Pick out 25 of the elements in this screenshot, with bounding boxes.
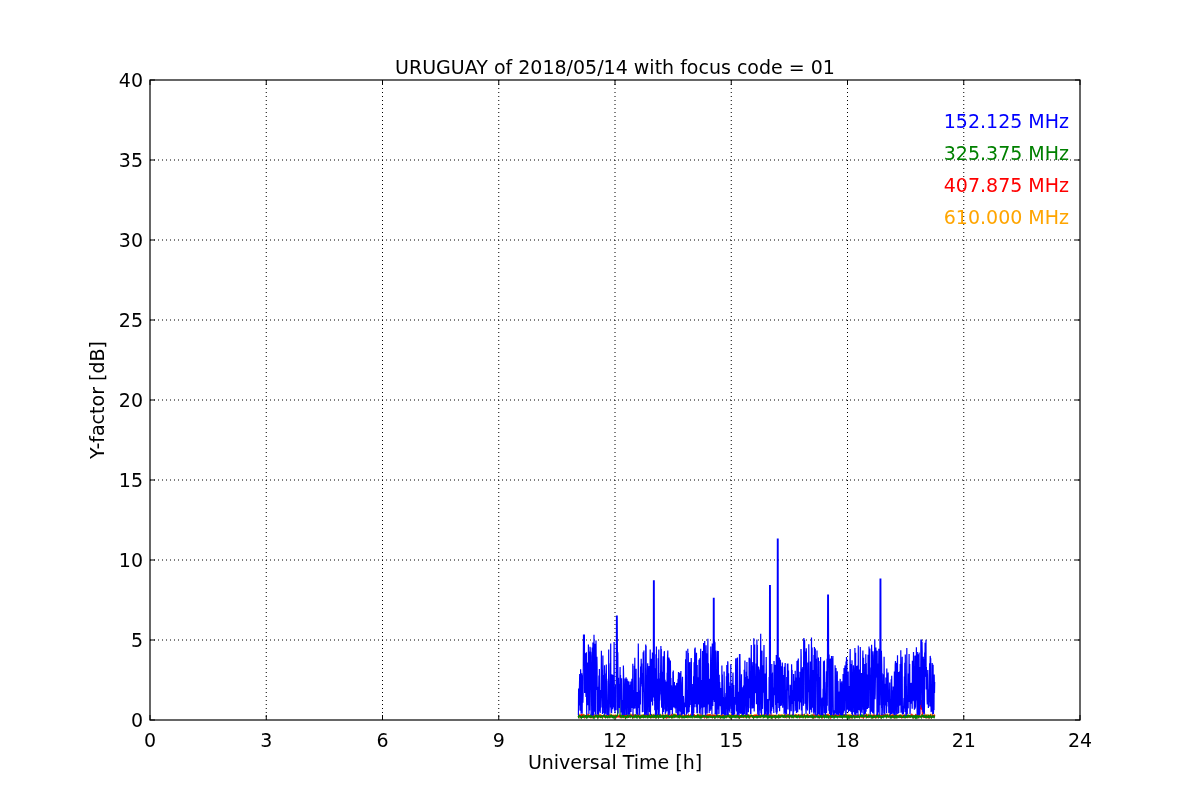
- x-tick-label: 12: [602, 729, 628, 751]
- y-axis-label: Y-factor [dB]: [86, 341, 108, 459]
- y-tick-label: 40: [118, 69, 143, 91]
- chart-title: URUGUAY of 2018/05/14 with focus code = 01: [395, 56, 835, 78]
- y-tick-label: 10: [118, 549, 143, 571]
- x-tick-label: 3: [260, 729, 273, 751]
- legend-label: 610.000 MHz: [943, 206, 1069, 228]
- legend-label: 407.875 MHz: [943, 174, 1069, 196]
- x-axis-label: Universal Time [h]: [527, 751, 703, 773]
- x-tick-label: 24: [1067, 729, 1093, 751]
- x-tick-label: 6: [376, 729, 389, 751]
- y-tick-label: 15: [118, 469, 143, 491]
- y-tick-label: 25: [118, 309, 143, 331]
- y-tick-label: 0: [130, 709, 143, 731]
- y-tick-label: 35: [118, 149, 143, 171]
- y-tick-label: 30: [118, 229, 143, 251]
- x-tick-label: 9: [492, 729, 505, 751]
- x-tick-label: 21: [951, 729, 976, 751]
- y-tick-label: 5: [130, 629, 143, 651]
- x-tick-label: 18: [835, 729, 860, 751]
- legend-label: 325.375 MHz: [943, 142, 1069, 164]
- y-tick-label: 20: [118, 389, 143, 411]
- x-tick-label: 15: [719, 729, 744, 751]
- x-tick-label: 0: [143, 729, 157, 751]
- legend-label: 152.125 MHz: [943, 110, 1069, 132]
